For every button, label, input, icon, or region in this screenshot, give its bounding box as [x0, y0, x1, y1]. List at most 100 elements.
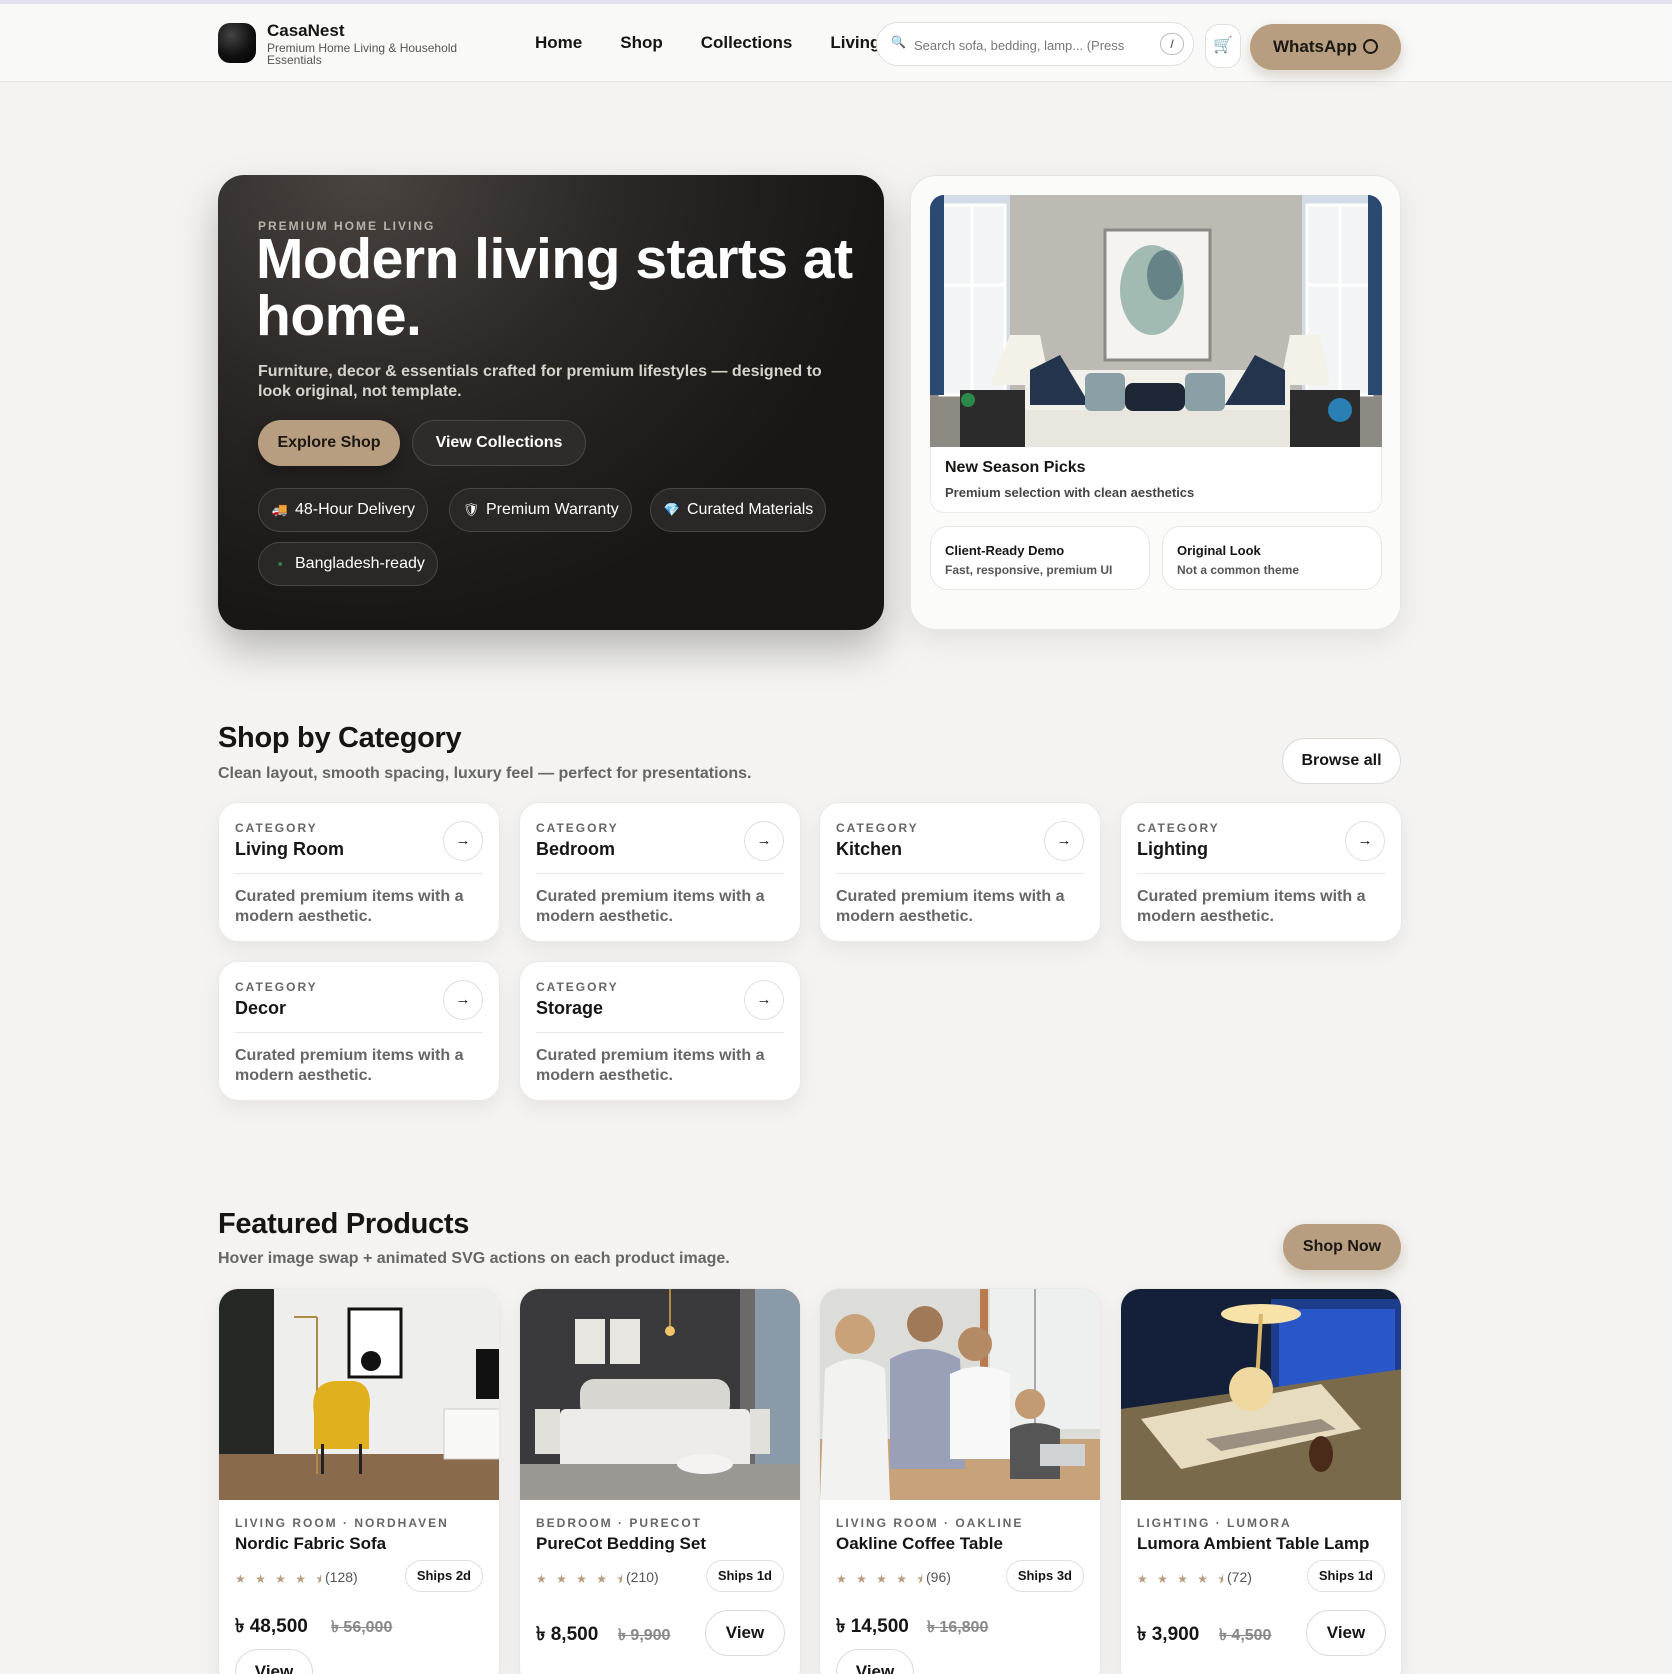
shop-now-button[interactable]: Shop Now [1283, 1224, 1401, 1270]
search-input[interactable] [914, 34, 1144, 56]
review-count: (72) [1227, 1569, 1252, 1585]
product-price: ৳ 14,500 [836, 1616, 909, 1637]
nav-collections[interactable]: Collections [701, 32, 793, 54]
nav-shop[interactable]: Shop [620, 32, 663, 54]
arrow-right-icon[interactable]: → [1345, 821, 1385, 861]
product-price: ৳ 8,500 [536, 1624, 599, 1645]
product-name[interactable]: Lumora Ambient Table Lamp [1137, 1534, 1369, 1554]
chip-delivery: 🚚 48-Hour Delivery [258, 488, 429, 532]
review-count: (96) [926, 1569, 951, 1585]
whatsapp-button[interactable]: WhatsApp [1250, 24, 1401, 70]
category-card-kitchen[interactable]: CATEGORY Kitchen → Curated premium items… [819, 802, 1101, 942]
view-product-button[interactable]: View [235, 1649, 313, 1674]
nav-home[interactable]: Home [535, 32, 582, 54]
product-name[interactable]: Oakline Coffee Table [836, 1534, 1003, 1554]
product-name[interactable]: PureCot Bedding Set [536, 1534, 706, 1554]
showcase-caption: New Season Picks Premium selection with … [930, 447, 1382, 513]
category-eyebrow: CATEGORY [536, 821, 619, 835]
arrow-right-icon[interactable]: → [443, 980, 483, 1020]
flag-icon: ▪ [277, 556, 283, 571]
product-eyebrow: LIVING ROOM · NORDHAVEN [235, 1516, 449, 1530]
view-collections-button[interactable]: View Collections [412, 420, 586, 466]
arrow-right-icon[interactable]: → [744, 821, 784, 861]
explore-shop-button[interactable]: Explore Shop [258, 420, 400, 466]
site-header: CasaNest Premium Home Living & Household… [0, 4, 1672, 82]
product-eyebrow: LIVING ROOM · OAKLINE [836, 1516, 1024, 1530]
categories-title: Shop by Category [218, 722, 462, 754]
category-card-bedroom[interactable]: CATEGORY Bedroom → Curated premium items… [519, 802, 801, 942]
logo-icon[interactable] [218, 23, 256, 63]
nav-living[interactable]: Living [830, 32, 880, 54]
browse-all-button[interactable]: Browse all [1282, 738, 1401, 784]
category-card-living-room[interactable]: CATEGORY Living Room → Curated premium i… [218, 802, 500, 942]
gem-icon: 💎 [663, 502, 681, 517]
whatsapp-icon [1363, 39, 1379, 54]
mini-card-demo: Client-Ready Demo Fast, responsive, prem… [930, 526, 1150, 590]
arrow-right-icon[interactable]: → [1044, 821, 1084, 861]
shield-icon: 🛡 [462, 502, 480, 517]
cart-icon: 🛒 [1213, 37, 1233, 54]
category-eyebrow: CATEGORY [836, 821, 919, 835]
product-image-armchair[interactable] [219, 1289, 499, 1500]
product-card-sofa[interactable]: LIVING ROOM · NORDHAVEN Nordic Fabric So… [218, 1288, 500, 1674]
product-eyebrow: LIGHTING · LUMORA [1137, 1516, 1292, 1530]
category-card-decor[interactable]: CATEGORY Decor → Curated premium items w… [218, 961, 500, 1101]
product-name[interactable]: Nordic Fabric Sofa [235, 1534, 386, 1554]
view-product-button[interactable]: View [705, 1610, 785, 1656]
divider [836, 873, 1084, 874]
brand-name: CasaNest [267, 21, 345, 40]
search-box[interactable]: 🔍 / [876, 22, 1194, 66]
chip-bangladesh: ▪ Bangladesh-ready [258, 542, 438, 586]
category-description: Curated premium items with a modern aest… [536, 888, 765, 925]
showcase-card: New Season Picks Premium selection with … [910, 175, 1401, 630]
product-image-team-meeting[interactable] [820, 1289, 1100, 1500]
chip-materials: 💎 Curated Materials [650, 488, 827, 532]
truck-icon: 🚚 [271, 502, 289, 517]
shipping-badge: Ships 1d [705, 1560, 784, 1592]
view-product-button[interactable]: View [1306, 1610, 1386, 1656]
divider [235, 873, 483, 874]
mini-card-subtitle: Fast, responsive, premium UI [945, 563, 1113, 577]
mini-card-title: Original Look [1177, 543, 1261, 558]
view-product-button[interactable]: View [836, 1649, 914, 1674]
product-old-price: ৳ 9,900 [618, 1627, 671, 1644]
product-card-lamp[interactable]: LIGHTING · LUMORA Lumora Ambient Table L… [1120, 1288, 1402, 1674]
category-name: Kitchen [836, 839, 903, 859]
product-card-bedding[interactable]: BEDROOM · PURECOT PureCot Bedding Set ★ … [519, 1288, 801, 1674]
cart-button[interactable]: 🛒 [1205, 24, 1241, 68]
arrow-right-icon[interactable]: → [744, 980, 784, 1020]
product-image-bedroom[interactable] [520, 1289, 800, 1500]
category-card-lighting[interactable]: CATEGORY Lighting → Curated premium item… [1120, 802, 1402, 942]
category-card-storage[interactable]: CATEGORY Storage → Curated premium items… [519, 961, 801, 1101]
hero-banner: PREMIUM HOME LIVING Modern living starts… [218, 175, 884, 630]
category-name: Living Room [235, 839, 344, 859]
divider [235, 1032, 483, 1033]
search-shortcut-key: / [1160, 33, 1184, 55]
product-old-price: ৳ 4,500 [1219, 1627, 1272, 1644]
product-card-coffee-table[interactable]: LIVING ROOM · OAKLINE Oakline Coffee Tab… [819, 1288, 1101, 1674]
product-price: ৳ 48,500 [235, 1616, 308, 1637]
search-icon: 🔍 [891, 35, 906, 49]
chip-label: 48-Hour Delivery [295, 501, 416, 518]
shipping-badge: Ships 2d [404, 1560, 483, 1592]
chip-label: Curated Materials [687, 501, 814, 518]
categories-subtitle: Clean layout, smooth spacing, luxury fee… [218, 765, 752, 782]
category-name: Decor [235, 998, 287, 1018]
shipping-badge: Ships 1d [1306, 1560, 1385, 1592]
category-eyebrow: CATEGORY [235, 821, 318, 835]
product-image-desk-lamp[interactable] [1121, 1289, 1401, 1500]
category-description: Curated premium items with a modern aest… [235, 1047, 464, 1084]
category-eyebrow: CATEGORY [536, 980, 619, 994]
rating-stars-icon: ★ ★ ★ ★ ⯨ [536, 1572, 626, 1586]
living-room-image[interactable] [930, 195, 1382, 447]
brand[interactable]: CasaNest Premium Home Living & Household… [267, 21, 487, 66]
product-price: ৳ 3,900 [1137, 1624, 1200, 1645]
mini-card-original: Original Look Not a common theme [1162, 526, 1382, 590]
category-description: Curated premium items with a modern aest… [836, 888, 1065, 925]
rating-stars-icon: ★ ★ ★ ★ ⯨ [235, 1572, 325, 1586]
arrow-right-icon[interactable]: → [443, 821, 483, 861]
shipping-badge: Ships 3d [1005, 1560, 1084, 1592]
rating-stars-icon: ★ ★ ★ ★ ⯨ [836, 1572, 926, 1586]
category-description: Curated premium items with a modern aest… [1137, 888, 1366, 925]
category-eyebrow: CATEGORY [235, 980, 318, 994]
